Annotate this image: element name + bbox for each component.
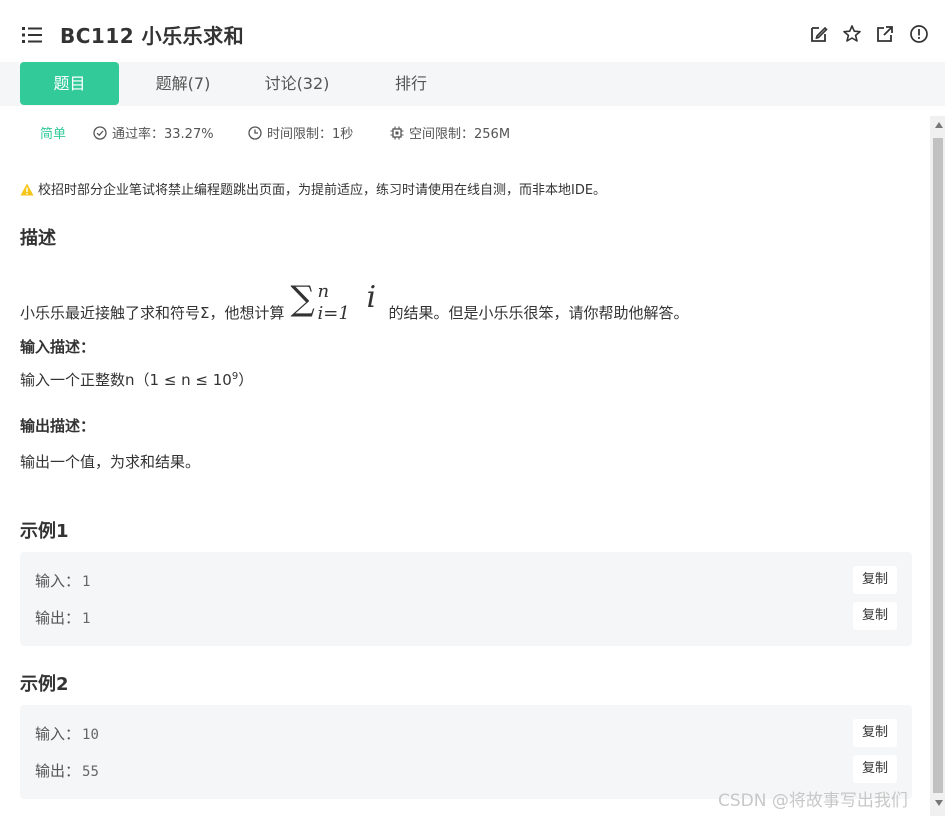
star-icon[interactable] bbox=[842, 24, 862, 44]
pass-rate: 通过率：33.27% bbox=[93, 125, 214, 145]
example-2-title: 示例2 bbox=[20, 674, 69, 695]
tab-solutions[interactable]: 题解(7) bbox=[133, 62, 233, 105]
copy-output-button[interactable]: 复制 bbox=[853, 602, 897, 630]
notice-banner: 校招时部分企业笔试将禁止编程题跳出页面，为提前适应，练习时请使用在线自测，而非本… bbox=[20, 181, 606, 201]
example-1-input-value: 1 bbox=[82, 574, 91, 590]
check-circle-icon bbox=[93, 126, 107, 140]
space-limit: 空间限制：256M bbox=[390, 125, 510, 145]
example-2-input-value: 10 bbox=[82, 727, 99, 743]
problem-title: BC112 小乐乐求和 bbox=[60, 24, 245, 48]
description-text: 小乐乐最近接触了求和符号Σ，他想计算 ∑ n i=1 i 的结果。但是小乐乐很笨，请你帮助… bbox=[20, 278, 689, 333]
example-2-output: 输出： 55 bbox=[35, 762, 99, 780]
copy-input-button[interactable]: 复制 bbox=[853, 719, 897, 747]
edit-icon[interactable] bbox=[809, 24, 829, 44]
tab-ranking[interactable]: 排行 bbox=[361, 62, 461, 105]
example-2-input: 输入： 10 bbox=[35, 725, 99, 743]
copy-input-button[interactable]: 复制 bbox=[853, 566, 897, 594]
sigma-symbol: ∑ bbox=[290, 279, 315, 319]
example-1-box: 输入： 1 复制 输出： 1 复制 bbox=[20, 552, 912, 646]
tab-discussion[interactable]: 讨论(32) bbox=[247, 62, 347, 105]
problem-header: BC112 小乐乐求和 bbox=[0, 0, 945, 62]
space-limit-text: 空间限制：256M bbox=[409, 127, 511, 142]
example-1-input: 输入： 1 bbox=[35, 572, 91, 590]
time-limit: 时间限制：1秒 bbox=[248, 125, 353, 145]
warning-icon bbox=[20, 183, 34, 196]
example-2-box: 输入： 10 复制 输出： 55 复制 bbox=[20, 705, 912, 799]
output-desc-text: 输出一个值，为求和结果。 bbox=[20, 453, 201, 471]
chip-icon bbox=[390, 126, 404, 140]
tab-problem[interactable]: 题目 bbox=[20, 62, 119, 105]
copy-output-button[interactable]: 复制 bbox=[853, 755, 897, 783]
report-icon[interactable] bbox=[909, 24, 929, 44]
sum-lower: i=1 bbox=[317, 303, 350, 324]
example-1-title: 示例1 bbox=[20, 521, 69, 542]
watermark: CSDN @将故事写出我们 bbox=[718, 791, 908, 811]
sum-formula: ∑ n i=1 i bbox=[290, 278, 382, 326]
output-desc-heading: 输出描述： bbox=[20, 417, 96, 435]
example-2-output-value: 55 bbox=[82, 764, 99, 780]
scroll-up-arrow[interactable] bbox=[935, 122, 943, 128]
description-text-after: 的结果。但是小乐乐很笨，请你帮助他解答。 bbox=[388, 304, 689, 322]
list-icon[interactable] bbox=[22, 25, 44, 45]
description-text-before: 小乐乐最近接触了求和符号Σ，他想计算 bbox=[20, 304, 285, 322]
sum-term: i bbox=[366, 280, 377, 315]
input-desc-text: 输入一个正整数n（1 ≤ n ≤ 109） bbox=[20, 371, 254, 389]
share-icon[interactable] bbox=[875, 24, 895, 44]
input-desc-heading: 输入描述： bbox=[20, 338, 96, 356]
description-heading: 描述 bbox=[20, 228, 56, 249]
scrollbar-thumb[interactable] bbox=[933, 138, 943, 793]
example-1-output: 输出： 1 bbox=[35, 609, 91, 627]
scroll-down-arrow[interactable] bbox=[935, 800, 943, 806]
example-1-output-value: 1 bbox=[82, 611, 91, 627]
tab-bar: 题目 题解(7) 讨论(32) 排行 bbox=[0, 62, 945, 106]
pass-rate-text: 通过率：33.27% bbox=[112, 127, 214, 142]
clock-icon bbox=[248, 126, 262, 140]
difficulty-badge: 简单 bbox=[40, 127, 67, 142]
time-limit-text: 时间限制：1秒 bbox=[267, 127, 354, 142]
notice-text: 校招时部分企业笔试将禁止编程题跳出页面，为提前适应，练习时请使用在线自测，而非本… bbox=[38, 183, 607, 198]
